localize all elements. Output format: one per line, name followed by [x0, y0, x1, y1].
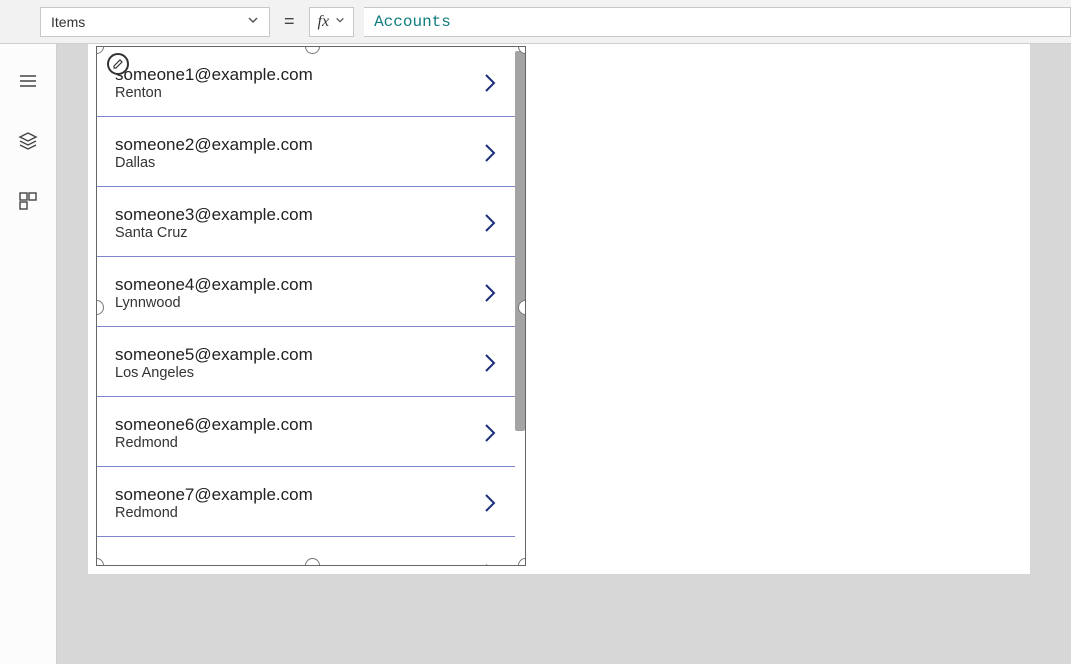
list-item-subtitle: Renton — [115, 85, 479, 101]
list-item-text: someone6@example.comRedmond — [115, 415, 479, 451]
list-item[interactable]: someone2@example.comDallas — [97, 117, 515, 187]
chevron-right-icon[interactable] — [479, 561, 501, 566]
gallery-control[interactable]: someone1@example.comRenton someone2@examp… — [96, 46, 526, 566]
list-item[interactable]: someone1@example.comRenton — [97, 47, 515, 117]
formula-bar: Items = fx — [0, 0, 1071, 44]
property-dropdown[interactable]: Items — [40, 7, 270, 37]
list-item-text: someone2@example.comDallas — [115, 135, 479, 171]
chevron-right-icon[interactable] — [479, 351, 501, 375]
list-item-subtitle: Dallas — [115, 155, 479, 171]
list-item-title: someone2@example.com — [115, 135, 479, 155]
app-screen[interactable]: someone1@example.comRenton someone2@examp… — [88, 44, 1030, 574]
list-item-subtitle: Los Angeles — [115, 365, 479, 381]
formula-input[interactable] — [364, 7, 1071, 37]
list-item-title: someone3@example.com — [115, 205, 479, 225]
list-item[interactable]: someone3@example.comSanta Cruz — [97, 187, 515, 257]
list-item-text: someone8@example.com — [115, 563, 479, 566]
list-item-text: someone7@example.comRedmond — [115, 485, 479, 521]
list-item[interactable]: someone7@example.comRedmond — [97, 467, 515, 537]
list-item-text: someone5@example.comLos Angeles — [115, 345, 479, 381]
list-item-subtitle: Santa Cruz — [115, 225, 479, 241]
list-item[interactable]: someone6@example.comRedmond — [97, 397, 515, 467]
left-sidebar — [0, 44, 57, 664]
scrollbar[interactable] — [515, 51, 525, 431]
list-item-title: someone4@example.com — [115, 275, 479, 295]
gallery-scroll: someone1@example.comRenton someone2@examp… — [97, 47, 515, 565]
chevron-down-icon — [247, 14, 259, 29]
chevron-down-icon — [335, 15, 345, 28]
equals-sign: = — [284, 11, 295, 32]
components-icon[interactable] — [16, 189, 40, 213]
list-item-title: someone5@example.com — [115, 345, 479, 365]
list-item-subtitle: Redmond — [115, 505, 479, 521]
fx-label: fx — [318, 13, 330, 31]
list-item-text: someone3@example.comSanta Cruz — [115, 205, 479, 241]
chevron-right-icon[interactable] — [479, 491, 501, 515]
list-item[interactable]: someone5@example.comLos Angeles — [97, 327, 515, 397]
resize-handle[interactable] — [518, 558, 526, 566]
resize-handle[interactable] — [305, 558, 320, 566]
list-item-subtitle: Lynnwood — [115, 295, 479, 311]
list-item[interactable]: someone4@example.comLynnwood — [97, 257, 515, 327]
chevron-right-icon[interactable] — [479, 71, 501, 95]
resize-handle[interactable] — [518, 300, 526, 315]
chevron-right-icon[interactable] — [479, 281, 501, 305]
list-item-title: someone6@example.com — [115, 415, 479, 435]
list-item-title: someone8@example.com — [115, 563, 479, 566]
list-item-title: someone7@example.com — [115, 485, 479, 505]
chevron-right-icon[interactable] — [479, 211, 501, 235]
list-item-text: someone1@example.comRenton — [115, 65, 479, 101]
chevron-right-icon[interactable] — [479, 421, 501, 445]
fx-button[interactable]: fx — [309, 7, 355, 37]
list-item-title: someone1@example.com — [115, 65, 479, 85]
menu-icon[interactable] — [16, 69, 40, 93]
list-item-subtitle: Redmond — [115, 435, 479, 451]
layers-icon[interactable] — [16, 129, 40, 153]
edit-pencil-icon[interactable] — [107, 53, 129, 75]
property-name: Items — [51, 14, 85, 30]
chevron-right-icon[interactable] — [479, 141, 501, 165]
list-item-text: someone4@example.comLynnwood — [115, 275, 479, 311]
